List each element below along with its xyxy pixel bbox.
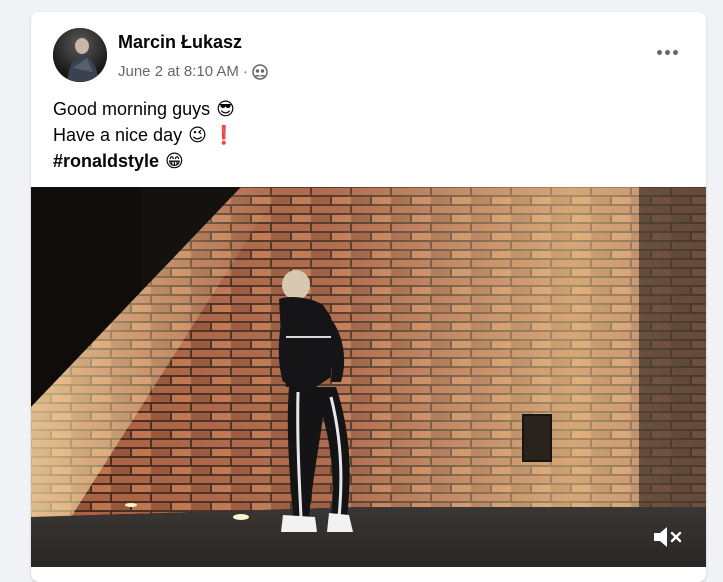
post-text: Good morning guys 😎 Have a nice day 😉 ❗ … [53,96,235,174]
video-player[interactable] [31,187,706,567]
post-line: #ronaldstyle 😁 [53,148,235,174]
author-name[interactable]: Marcin Łukasz [118,32,242,53]
video-frame [31,187,706,567]
muted-speaker-icon [654,527,682,547]
post-line-text: Have a nice day [53,125,183,145]
mute-button[interactable] [650,523,686,551]
post-line: Have a nice day 😉 ❗ [53,122,235,148]
friends-icon[interactable] [252,63,268,80]
meta-separator: · [242,63,248,80]
wink-emoji-icon: 😉 [188,125,207,145]
post-line: Good morning guys 😎 [53,96,235,122]
post-meta: June 2 at 8:10 AM · [118,63,268,80]
post-card: Marcin Łukasz June 2 at 8:10 AM · Good m… [31,12,706,582]
more-dot-icon [664,49,670,55]
more-dot-icon [672,49,678,55]
grin-emoji-icon: 😁 [165,151,184,171]
avatar[interactable] [53,28,107,82]
avatar-photo [53,28,107,82]
timestamp-link[interactable]: June 2 at 8:10 AM [118,63,239,80]
more-options-button[interactable] [650,40,684,64]
sunglasses-emoji-icon: 😎 [216,99,235,119]
exclamation-emoji-icon: ❗ [212,125,236,145]
more-dot-icon [656,49,662,55]
hashtag-link[interactable]: #ronaldstyle [53,148,159,174]
post-line-text: Good morning guys [53,99,211,119]
